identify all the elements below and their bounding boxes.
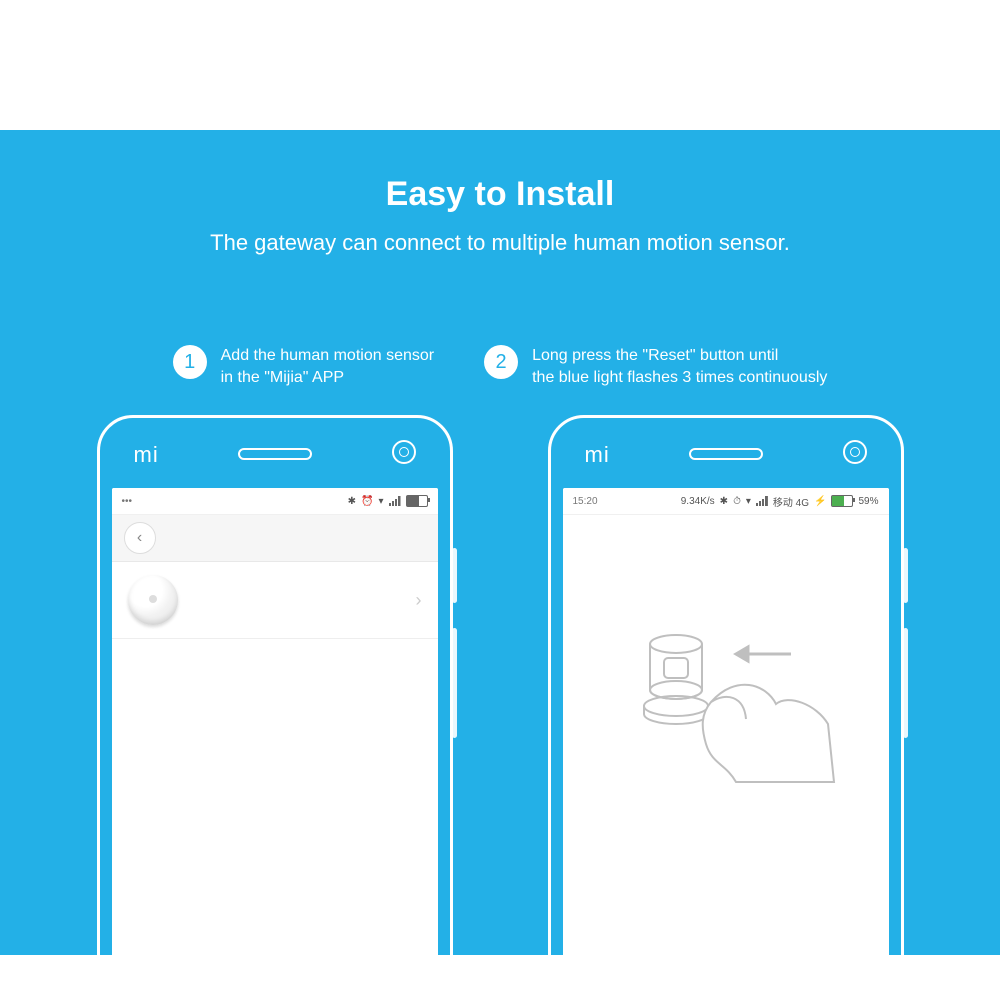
phone2-screen: 15:20 9.34K/s ✱ ⏱ ▾ 移动 4G ⚡ 59% — [563, 488, 889, 955]
front-camera-icon — [843, 440, 867, 464]
net-speed: 9.34K/s — [681, 496, 715, 507]
phone1-screen: ••• ✱ ⏰ ▾ ‹ › — [112, 488, 438, 955]
page-subtitle: The gateway can connect to multiple huma… — [0, 230, 1000, 256]
step-2-number: 2 — [484, 345, 518, 379]
phone-mockup-1: mi ••• ✱ ⏰ ▾ ‹ › — [97, 415, 453, 955]
mi-logo-icon: mi — [134, 442, 159, 468]
battery-percent: 59% — [858, 496, 878, 507]
network-label: 移动 4G — [773, 494, 809, 509]
step-1: 1 Add the human motion sensor in the "Mi… — [173, 345, 434, 388]
volume-button-icon — [452, 628, 457, 738]
battery-icon — [831, 495, 853, 507]
front-camera-icon — [392, 440, 416, 464]
chevron-right-icon: › — [416, 590, 422, 611]
alarm-icon: ⏱ — [733, 496, 741, 507]
signal-icon — [389, 496, 401, 506]
steps-row: 1 Add the human motion sensor in the "Mi… — [0, 345, 1000, 388]
step-2: 2 Long press the "Reset" button until th… — [484, 345, 827, 388]
speaker-icon — [689, 448, 763, 460]
speaker-icon — [238, 448, 312, 460]
volume-button-icon — [903, 628, 908, 738]
wifi-icon: ▾ — [378, 496, 383, 507]
charging-icon: ⚡ — [814, 496, 826, 507]
phones-row: mi ••• ✱ ⏰ ▾ ‹ › — [0, 415, 1000, 955]
press-reset-illustration — [563, 614, 889, 784]
bluetooth-icon: ✱ — [348, 496, 356, 507]
app-navbar: ‹ — [112, 515, 438, 562]
step-1-number: 1 — [173, 345, 207, 379]
step-2-text: Long press the "Reset" button until the … — [532, 345, 827, 388]
wifi-icon: ▾ — [746, 496, 751, 507]
power-button-icon — [903, 548, 908, 603]
battery-icon — [406, 495, 428, 507]
status-time: 15:20 — [573, 496, 598, 507]
step-1-text: Add the human motion sensor in the "Miji… — [221, 345, 434, 388]
page-title: Easy to Install — [0, 175, 1000, 214]
alarm-icon: ⏰ — [361, 496, 373, 507]
status-bar: 15:20 9.34K/s ✱ ⏱ ▾ 移动 4G ⚡ 59% — [563, 488, 889, 515]
status-bar: ••• ✱ ⏰ ▾ — [112, 488, 438, 515]
bluetooth-icon: ✱ — [720, 496, 728, 507]
back-button[interactable]: ‹ — [124, 522, 156, 554]
phone-mockup-2: mi 15:20 9.34K/s ✱ ⏱ ▾ 移动 4G ⚡ 59% — [548, 415, 904, 955]
device-list-item[interactable]: › — [112, 562, 438, 639]
power-button-icon — [452, 548, 457, 603]
motion-sensor-icon — [128, 575, 178, 625]
signal-icon — [756, 496, 768, 506]
mi-logo-icon: mi — [585, 442, 610, 468]
status-dots-icon: ••• — [122, 496, 133, 507]
